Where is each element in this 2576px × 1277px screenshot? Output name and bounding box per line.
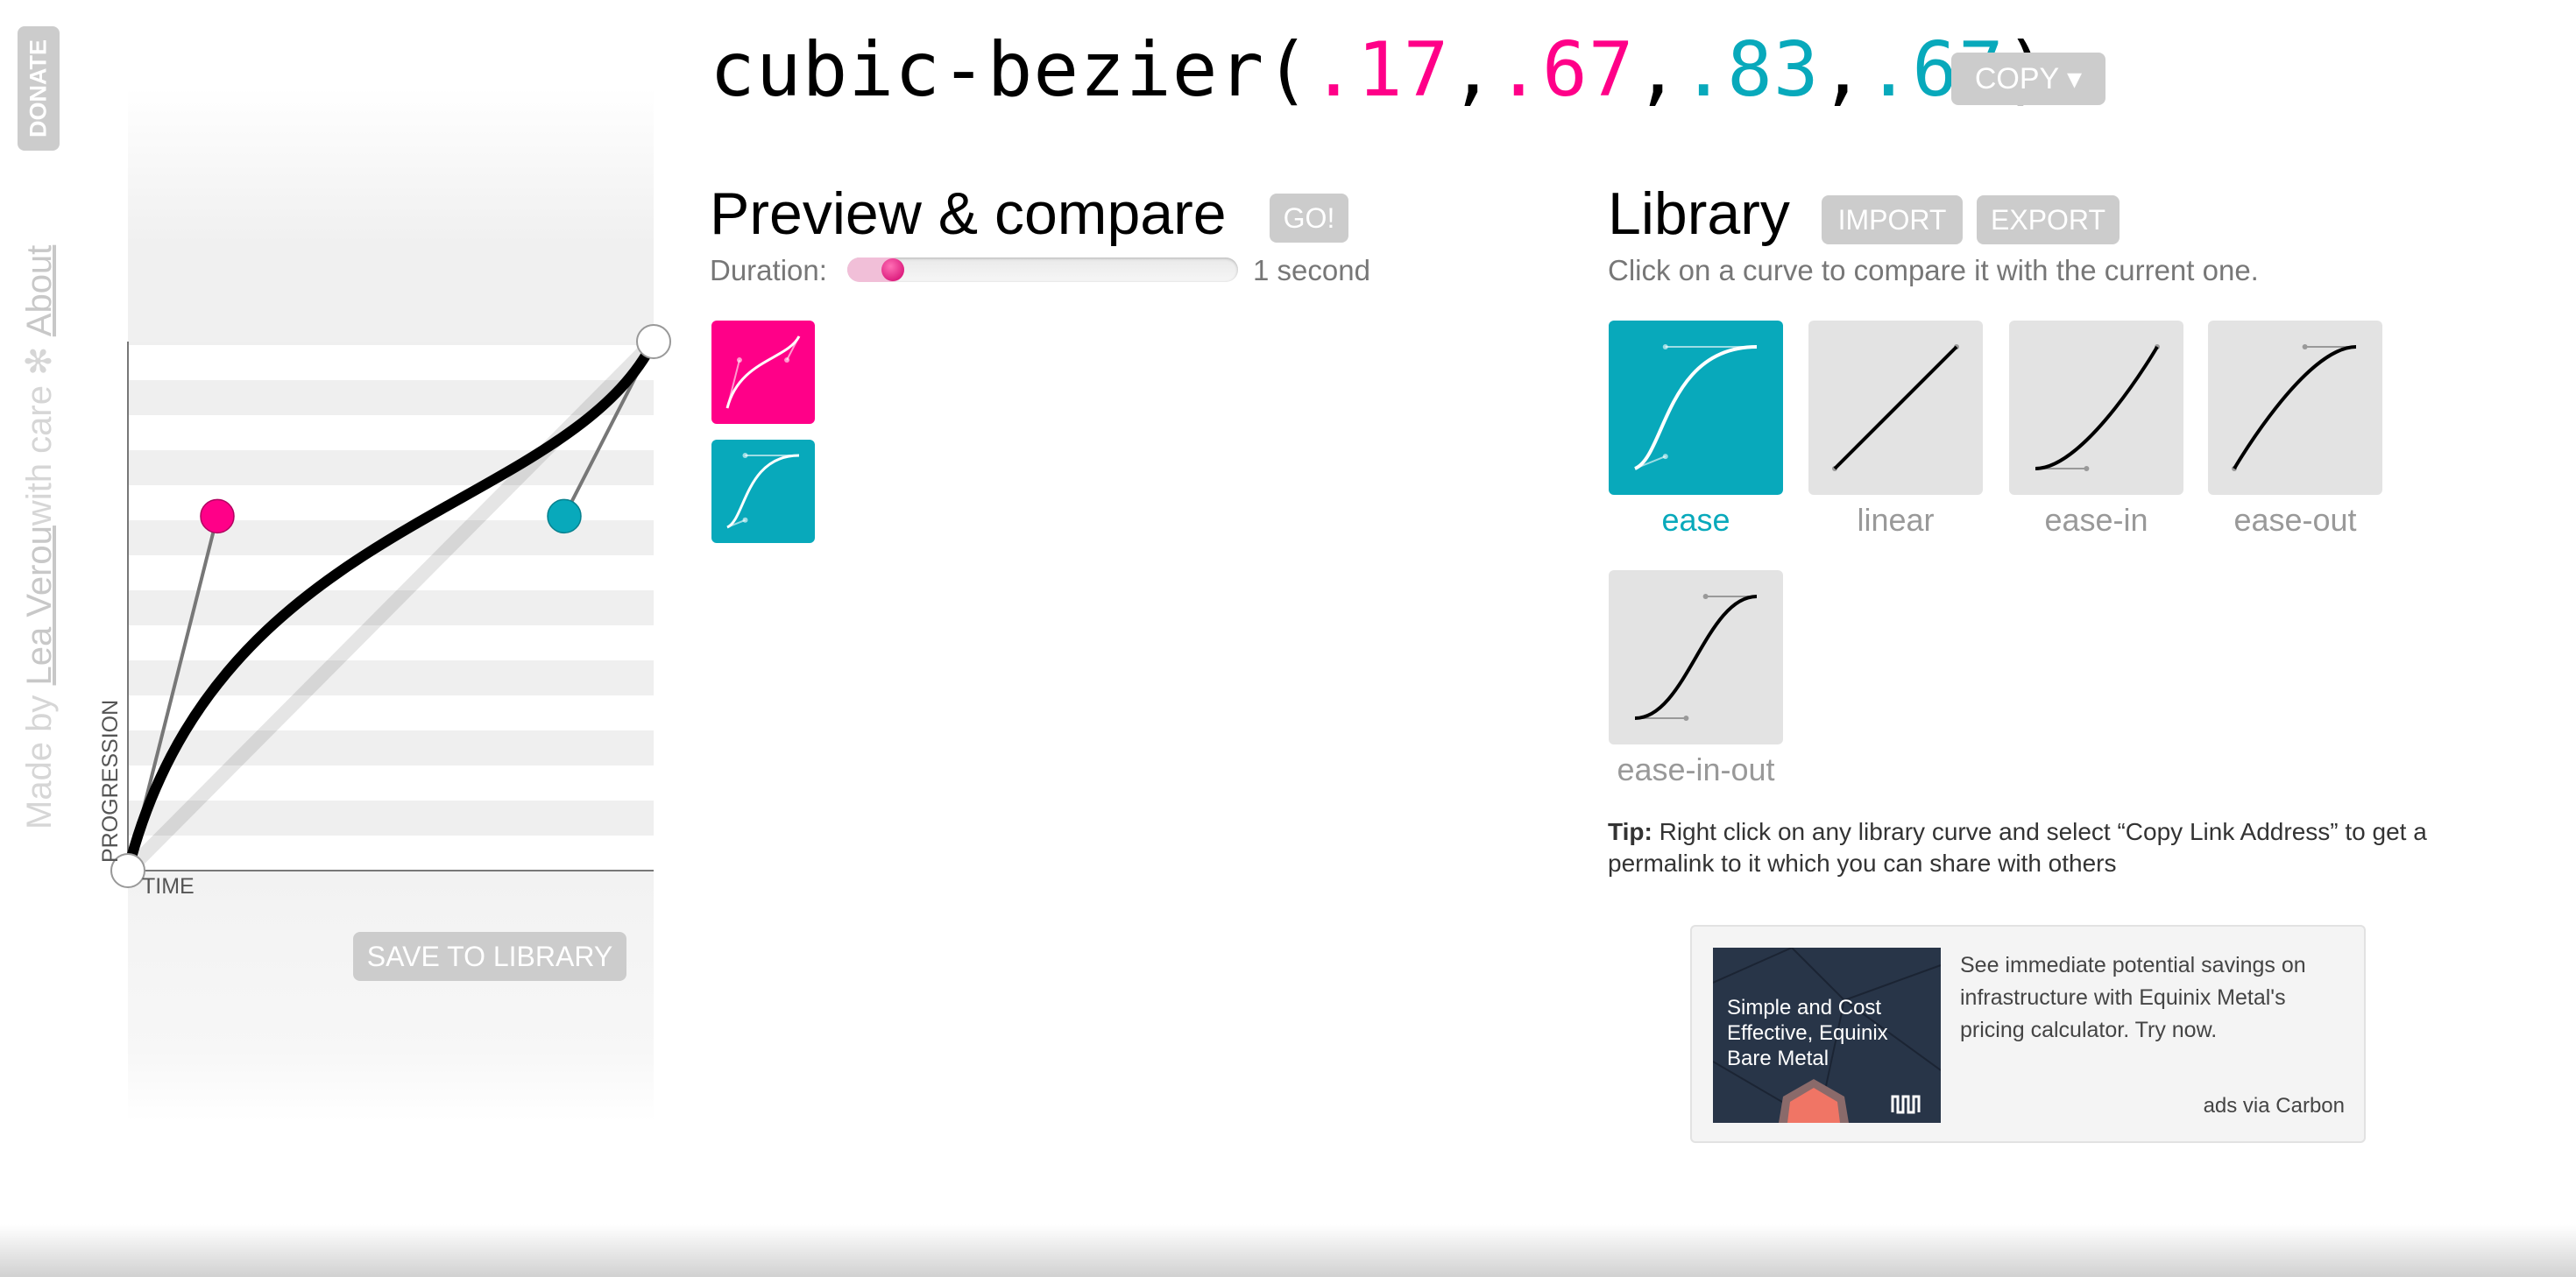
import-button[interactable]: IMPORT xyxy=(1822,195,1963,244)
curve-thumbnail-icon xyxy=(1832,344,1959,471)
library-item-label: ease xyxy=(1661,502,1730,538)
value-x2[interactable]: .83 xyxy=(1681,26,1819,114)
thumb-curve xyxy=(1833,345,1958,470)
save-to-library-button[interactable]: SAVE TO LIBRARY xyxy=(353,932,626,981)
thumb-point-1 xyxy=(2084,466,2090,471)
time-axis-label: TIME xyxy=(142,874,195,899)
library-subtitle: Click on a curve to compare it with the … xyxy=(1608,254,2259,286)
slider-thumb[interactable] xyxy=(881,258,905,281)
curve-thumbnail-icon xyxy=(726,453,800,529)
thumb-point-2 xyxy=(742,453,748,458)
window-shadow xyxy=(0,1224,2576,1277)
thumb-point-1 xyxy=(1662,454,1668,460)
export-button[interactable]: EXPORT xyxy=(1977,195,2120,244)
library-thumb[interactable] xyxy=(2009,321,2183,495)
library-item-ease-in[interactable]: ease-in xyxy=(2009,321,2183,539)
thumb-curve xyxy=(2035,345,2159,470)
value-y1[interactable]: .67 xyxy=(1496,26,1634,114)
thumb-point-1 xyxy=(742,517,748,523)
duration-label: Duration: xyxy=(710,254,827,286)
library-title: Library xyxy=(1608,180,1790,247)
value-x1[interactable]: .17 xyxy=(1311,26,1449,114)
library-item-ease[interactable]: ease xyxy=(1609,321,1783,539)
duration-value: 1 second xyxy=(1253,254,1370,286)
preview-compare-curve[interactable] xyxy=(711,440,815,543)
thumb-point-2 xyxy=(2302,344,2308,349)
library-item-label: ease-in xyxy=(2044,502,2148,538)
library-item-label: linear xyxy=(1857,502,1935,538)
library-item-label: ease-out xyxy=(2233,502,2357,538)
linear-reference-line xyxy=(123,336,659,876)
thumb-point-1 xyxy=(736,357,742,363)
copy-button[interactable]: COPY ▾ xyxy=(1951,53,2105,105)
ad-image[interactable]: Simple and Cost Effective, Equinix Bare … xyxy=(1713,948,1941,1123)
preview-title: Preview & compare xyxy=(710,180,1227,247)
thumb-point-2 xyxy=(784,357,790,363)
curve-thumbnail-icon xyxy=(2232,344,2357,471)
library-thumb[interactable] xyxy=(1808,321,1983,495)
control-point-1[interactable] xyxy=(200,498,235,534)
progression-axis-label: PROGRESSION xyxy=(98,699,123,863)
thumb-point-2 xyxy=(1702,594,1709,599)
thumb-curve xyxy=(2233,345,2357,470)
preview-current-curve[interactable] xyxy=(711,321,815,424)
tip: Tip: Right click on any library curve an… xyxy=(1608,818,2427,877)
ad-image-text: Simple and Cost Effective, Equinix Bare … xyxy=(1727,996,1888,1070)
go-button[interactable]: GO! xyxy=(1270,194,1348,243)
thumb-curve xyxy=(1634,345,1758,470)
library-thumb[interactable] xyxy=(2208,321,2382,495)
library-item-ease-out[interactable]: ease-out xyxy=(2208,321,2382,539)
thumb-point-1 xyxy=(1683,716,1689,721)
library-thumb[interactable] xyxy=(1609,321,1783,495)
ad-via[interactable]: ads via Carbon xyxy=(2204,1094,2345,1118)
curve-thumbnail-icon xyxy=(1634,344,1758,470)
control-point-2[interactable] xyxy=(547,498,582,534)
thumb-curve xyxy=(1634,595,1758,720)
curve-thumbnail-icon xyxy=(725,335,801,409)
library-item-linear[interactable]: linear xyxy=(1808,321,1983,539)
ad-text[interactable]: See immediate potential savings on infra… xyxy=(1960,949,2346,1047)
curve-thumbnail-icon xyxy=(2035,344,2160,471)
bezier-code: cubic-bezier(.17,.67,.83,.67) xyxy=(710,26,2050,114)
curve-thumbnail-icon xyxy=(1634,594,1758,721)
library-item-label: ease-in-out xyxy=(1617,751,1775,787)
thumb-curve xyxy=(726,454,800,529)
thumb-curve xyxy=(725,335,801,409)
library-item-ease-in-out[interactable]: ease-in-out xyxy=(1609,570,1783,788)
carbon-ad[interactable]: Simple and Cost Effective, Equinix Bare … xyxy=(1690,925,2366,1143)
duration-slider[interactable] xyxy=(847,258,1238,282)
library-thumb[interactable] xyxy=(1609,570,1783,744)
thumb-point-2 xyxy=(1662,344,1668,349)
end-point xyxy=(636,324,671,359)
